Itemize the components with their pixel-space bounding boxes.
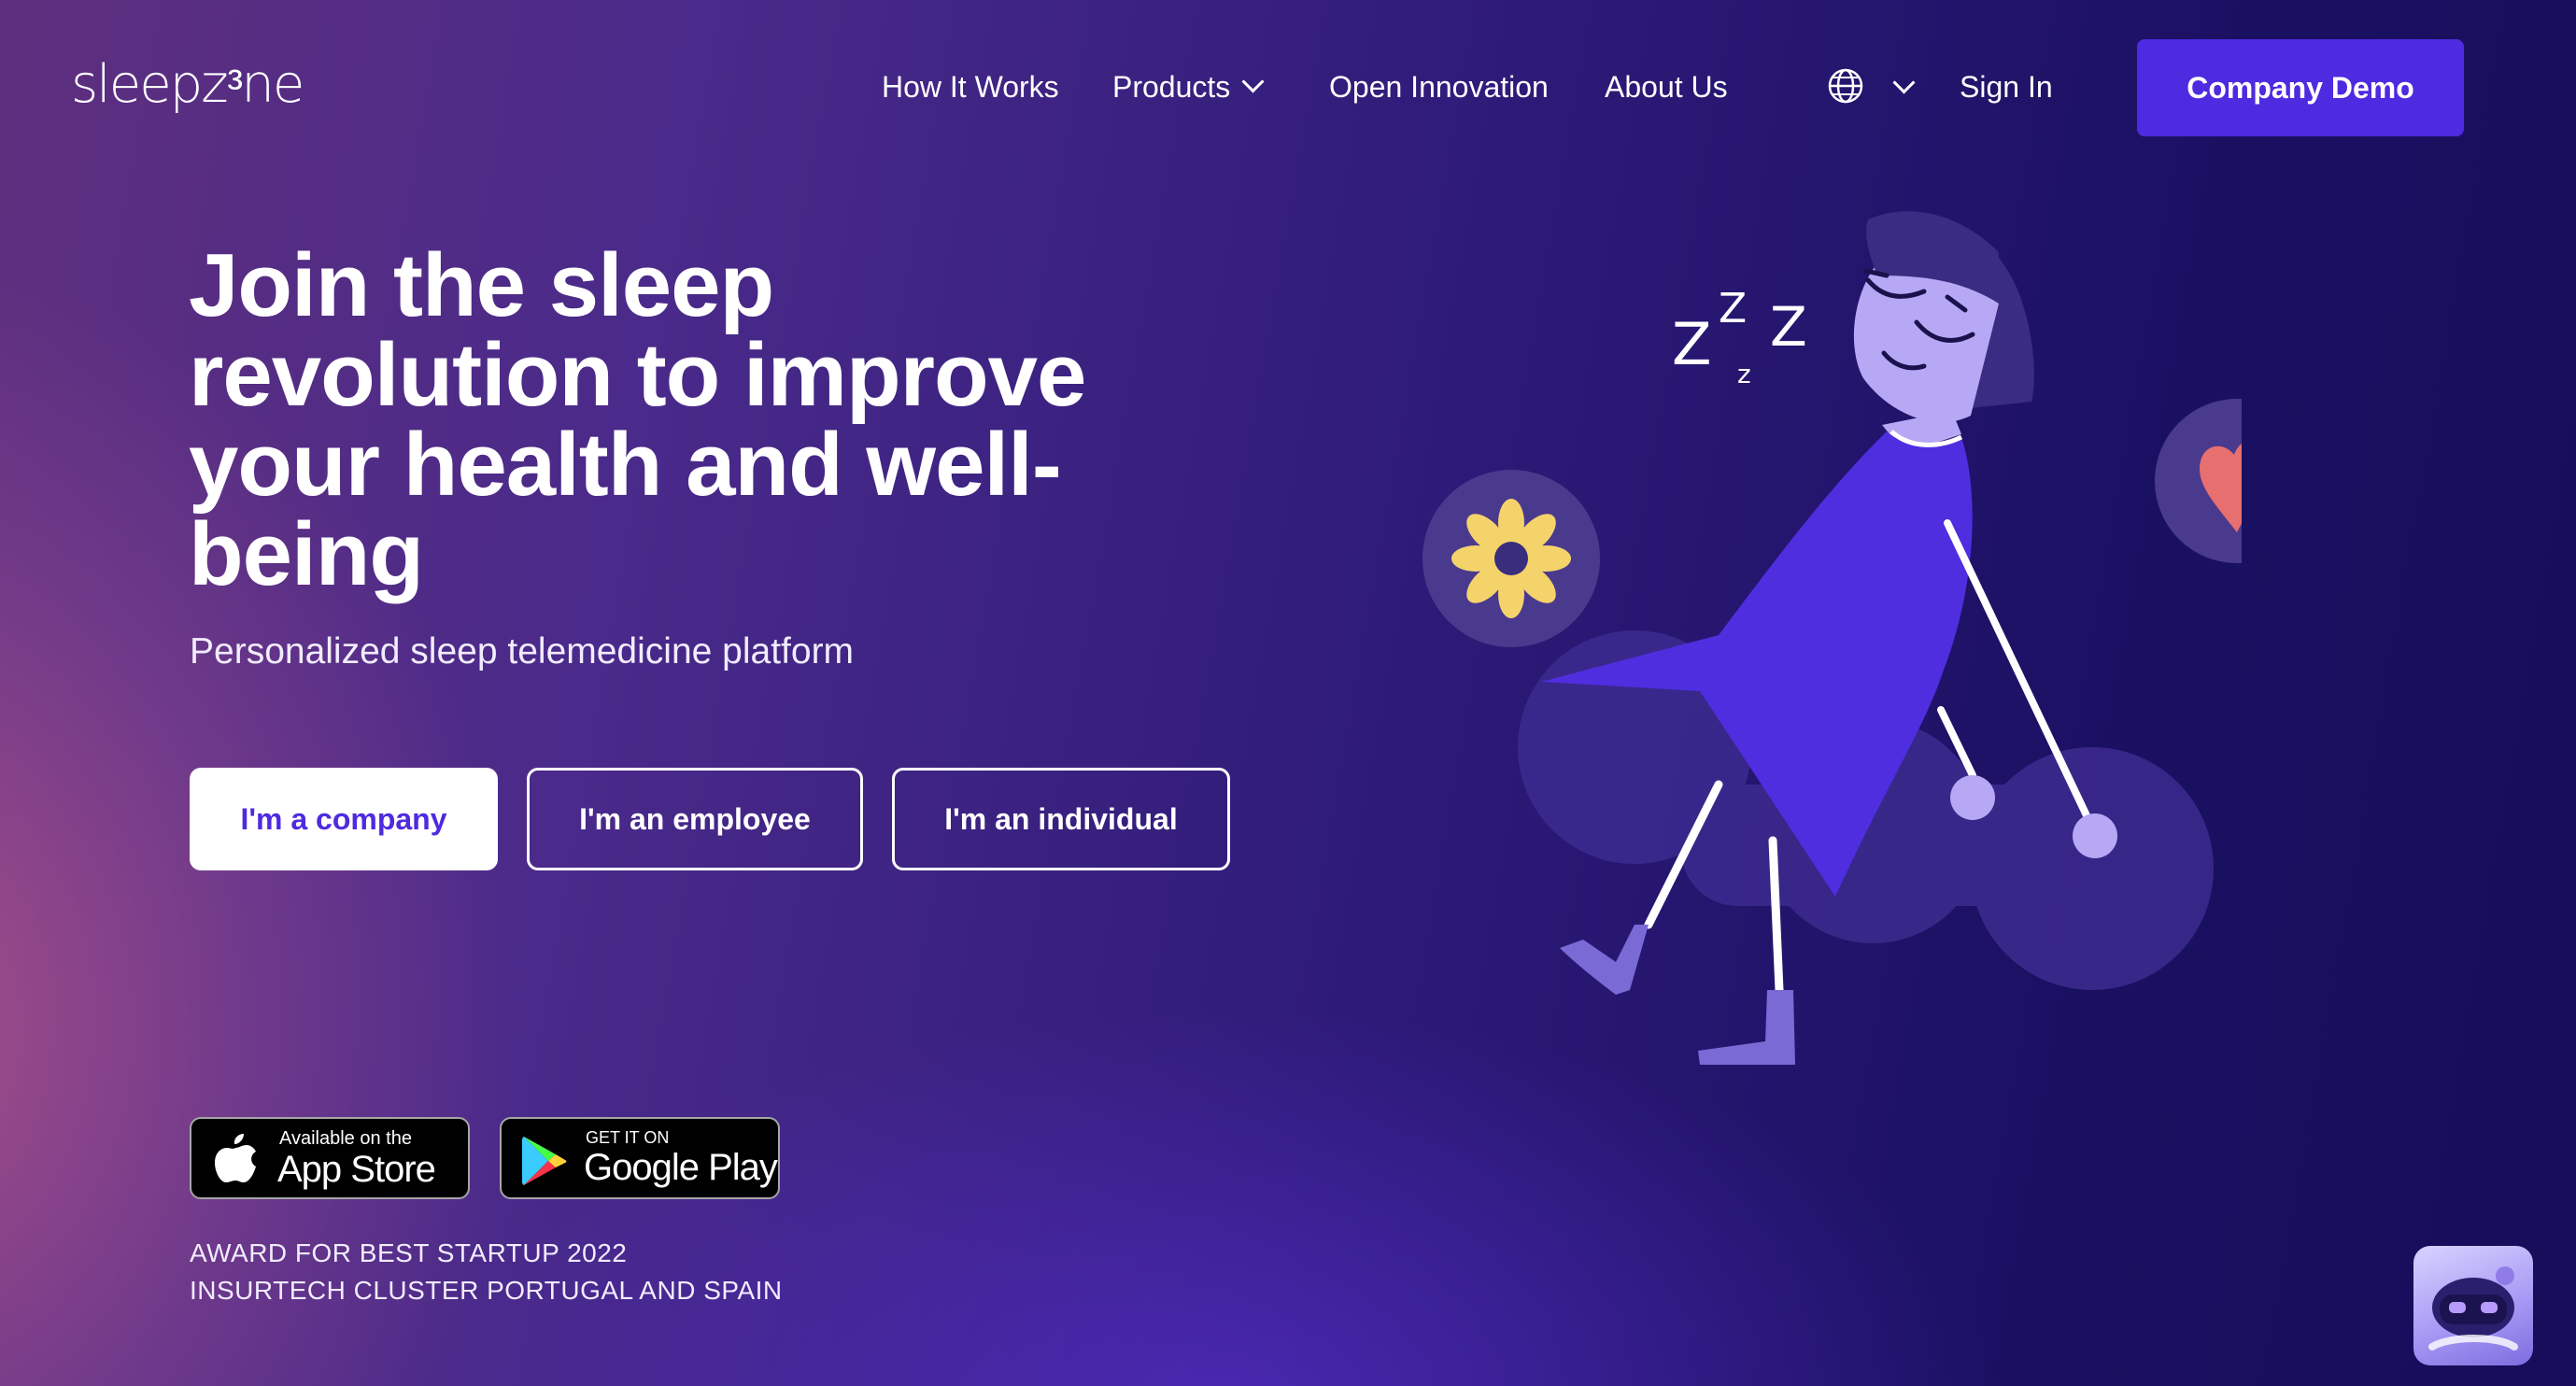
apple-icon (215, 1134, 256, 1182)
zzz-letter: Z (1770, 295, 1807, 359)
nav-products-label: Products (1112, 70, 1231, 104)
site-header: sleepzᵌne How It Works Products Open Inn… (0, 0, 2576, 177)
nav-about-us[interactable]: About Us (1605, 64, 1728, 110)
zzz-letter: Z (1672, 310, 1711, 378)
sign-in-link[interactable]: Sign In (1960, 64, 2053, 110)
app-store-small-text: Available on the (279, 1128, 412, 1149)
individual-cta-button[interactable]: I'm an individual (892, 768, 1230, 870)
nav-how-it-works[interactable]: How It Works (882, 64, 1059, 110)
google-play-small-text: GET IT ON (586, 1128, 670, 1147)
hero-subtitle: Personalized sleep telemedicine platform (190, 631, 855, 672)
google-play-icon (522, 1137, 567, 1185)
app-store-big-text: App Store (277, 1149, 436, 1190)
flower-icon (1451, 499, 1571, 618)
chatbot-launcher[interactable] (2413, 1246, 2533, 1365)
award-line-2: INSURTECH CLUSTER PORTUGAL AND SPAIN (190, 1276, 783, 1305)
app-store-badge[interactable]: Available on the App Store (190, 1117, 470, 1199)
zzz-letter: z (1737, 359, 1751, 389)
zzz-letter: Z (1719, 285, 1747, 332)
globe-icon[interactable] (1827, 67, 1864, 105)
google-play-big-text: Google Play (584, 1147, 778, 1188)
award-line-1: AWARD FOR BEST STARTUP 2022 (190, 1238, 628, 1267)
nav-products[interactable]: Products (1112, 64, 1265, 110)
award-text: AWARD FOR BEST STARTUP 2022 INSURTECH CL… (190, 1235, 783, 1309)
nav-open-innovation[interactable]: Open Innovation (1329, 64, 1549, 110)
robot-icon (2428, 1266, 2518, 1351)
hero-headline: Join the sleep revolution to improve you… (189, 235, 1086, 604)
company-cta-button[interactable]: I'm a company (190, 768, 498, 870)
google-play-badge[interactable]: GET IT ON Google Play (500, 1117, 780, 1199)
sleeping-woman-illustration: Z Z Z z (1422, 211, 2242, 1065)
sleepzone-logo[interactable]: sleepzᵌne (71, 52, 314, 118)
company-demo-button[interactable]: Company Demo (2137, 39, 2464, 136)
employee-cta-button[interactable]: I'm an employee (527, 768, 863, 870)
language-chevron-down-icon[interactable] (1892, 71, 1916, 94)
chevron-down-icon (1241, 70, 1265, 93)
